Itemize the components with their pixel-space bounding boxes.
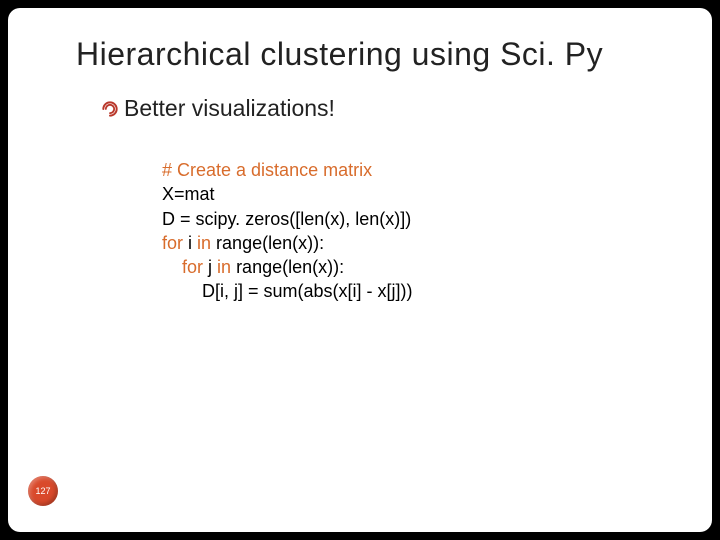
bullet-item: Better visualizations! bbox=[8, 73, 712, 122]
code-comment: # Create a distance matrix bbox=[162, 160, 372, 180]
code-block: # Create a distance matrix X=mat D = sci… bbox=[8, 122, 712, 304]
slide-title: Hierarchical clustering using Sci. Py bbox=[8, 8, 712, 73]
code-line-6: D[i, j] = sum(abs(x[i] - x[j])) bbox=[162, 279, 712, 303]
code-line-2: X=mat bbox=[162, 182, 712, 206]
swirl-icon bbox=[100, 99, 120, 119]
bullet-text: Better visualizations! bbox=[124, 95, 335, 122]
code-line-5: for j in range(len(x)): bbox=[162, 255, 712, 279]
code-line-4: for i in range(len(x)): bbox=[162, 231, 712, 255]
keyword-in: in bbox=[197, 233, 211, 253]
page-number-badge: 127 bbox=[28, 476, 58, 506]
slide: Hierarchical clustering using Sci. Py Be… bbox=[8, 8, 712, 532]
code-line-3: D = scipy. zeros([len(x), len(x)]) bbox=[162, 207, 712, 231]
code-line-1: # Create a distance matrix bbox=[162, 158, 712, 182]
keyword-for: for bbox=[162, 233, 183, 253]
keyword-for: for bbox=[182, 257, 203, 277]
page-number: 127 bbox=[35, 486, 50, 496]
keyword-in: in bbox=[217, 257, 231, 277]
